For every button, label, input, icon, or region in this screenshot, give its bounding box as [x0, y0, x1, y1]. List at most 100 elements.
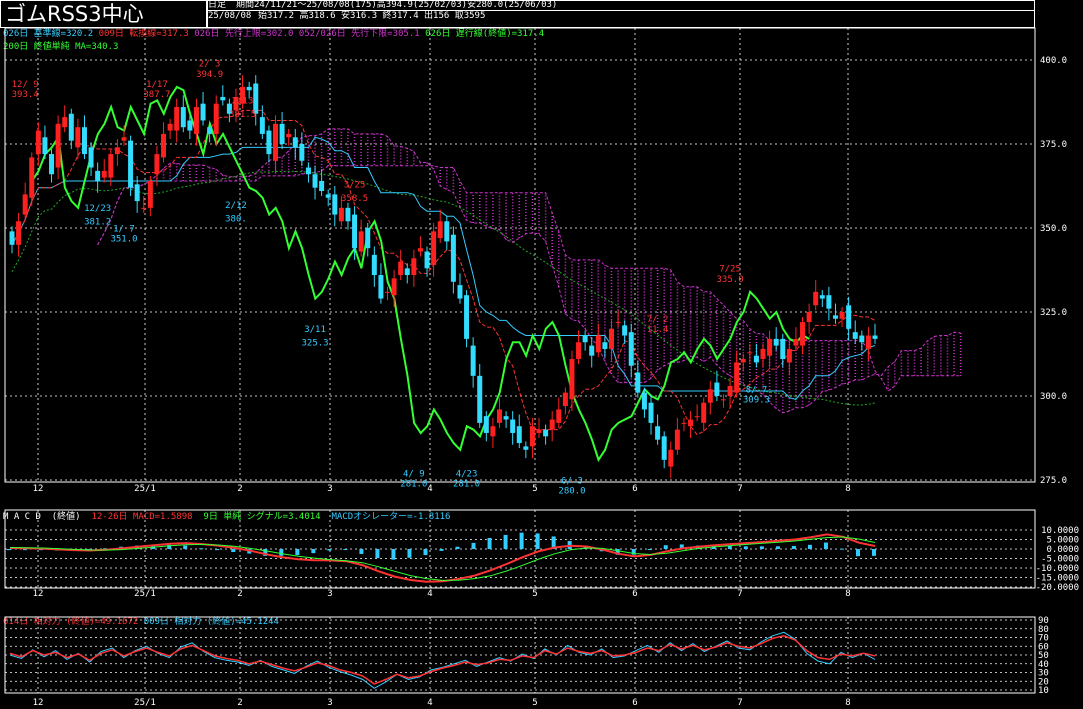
candle-down [450, 234, 456, 282]
candle-up [75, 127, 81, 148]
x-tick-label: 7 [737, 698, 742, 708]
candle-down [477, 375, 483, 423]
candle-down [345, 207, 351, 222]
price-annotation: 7/ 2 [647, 315, 669, 325]
candle-up [35, 130, 41, 155]
price-annotation: 12/23 [84, 204, 111, 214]
rsi14-line [9, 635, 876, 685]
macd-y-tick-label: -15.0000 [1036, 574, 1079, 584]
price-annotation: 8/ 7 [746, 386, 768, 396]
x-tick-label: 12 [33, 698, 44, 708]
candle-down [773, 338, 779, 346]
x-tick-label: 3 [327, 589, 332, 599]
price-annotation: 4/23 [456, 470, 478, 480]
x-tick-label: 5 [532, 698, 537, 708]
macd-oscillator-bar [279, 549, 284, 556]
cloud-span-b [97, 165, 961, 392]
macd-oscillator-bar [791, 545, 796, 549]
candle-down [582, 335, 588, 343]
rsi9-line [9, 631, 876, 689]
x-tick-label: 3 [327, 484, 332, 494]
macd-oscillator-bar [759, 546, 764, 549]
candle-down [503, 416, 509, 420]
candle-up [694, 416, 700, 418]
candle-up [740, 359, 746, 363]
candle-up [193, 107, 199, 134]
x-tick-label: 2 [237, 698, 242, 708]
candle-up [529, 426, 535, 447]
candle-down [780, 338, 786, 360]
price-annotation: 393.4 [12, 90, 39, 100]
candle-up [569, 359, 575, 400]
main-y-tick-label: 325.0 [1040, 308, 1067, 318]
candle-down [259, 117, 265, 134]
macd-oscillator-bar [215, 549, 220, 551]
candle-down [42, 137, 48, 155]
price-annotation: 1/ 7 [113, 224, 135, 234]
candle-up [760, 348, 766, 360]
candle-up [411, 258, 417, 276]
candle-up [338, 207, 344, 222]
candle-down [305, 167, 311, 175]
macd-oscillator-bar [439, 549, 444, 551]
candle-up [147, 180, 153, 208]
price-annotation: 12/ 9 [12, 80, 39, 90]
candle-down [753, 355, 759, 363]
price-annotation: 394.9 [196, 70, 223, 80]
x-tick-label: 25/1 [134, 589, 156, 599]
price-annotation: 380. [225, 214, 247, 224]
candle-down [457, 285, 463, 299]
candle-down [846, 305, 852, 329]
macd-y-tick-label: -5.0000 [1041, 555, 1079, 565]
candle-up [391, 278, 397, 296]
candle-down [826, 295, 832, 309]
candle-down [404, 268, 410, 276]
candle-down [424, 251, 430, 269]
candle-up [800, 322, 806, 346]
macd-oscillator-bar [471, 542, 476, 549]
macd-oscillator-bar [663, 545, 668, 549]
macd-oscillator-bar [183, 545, 188, 549]
candle-up [681, 422, 687, 424]
macd-oscillator-bar [872, 549, 876, 556]
price-annotation: 358.5 [341, 194, 368, 204]
candle-down [470, 345, 476, 376]
price-annotation: 2/ 3 [199, 60, 221, 70]
x-tick-label: 6 [632, 589, 637, 599]
candle-up [174, 107, 180, 131]
candle-down [128, 140, 134, 188]
macd-oscillator-bar [343, 549, 348, 550]
candle-down [9, 231, 15, 245]
candle-up [688, 419, 694, 427]
ma200-line [11, 170, 876, 406]
x-tick-label: 12 [33, 589, 44, 599]
candle-down [365, 228, 371, 249]
price-annotation: 6/ 3 [561, 476, 583, 486]
macd-oscillator-bar [855, 549, 860, 557]
candle-up [608, 328, 614, 349]
x-tick-label: 12 [33, 484, 44, 494]
candle-up [595, 335, 601, 353]
candle-down [325, 194, 331, 198]
candle-down [332, 194, 338, 215]
main-y-tick-label: 375.0 [1040, 140, 1067, 150]
candle-down [180, 107, 186, 128]
rsi-y-tick-label: 10 [1038, 686, 1049, 696]
candle-up [747, 352, 753, 354]
price-annotation: 2/13 [232, 97, 254, 107]
candle-up [273, 123, 279, 161]
main-y-tick-label: 350.0 [1040, 224, 1067, 234]
candle-down [516, 426, 522, 444]
candle-up [417, 248, 423, 252]
main-y-tick-label: 300.0 [1040, 392, 1067, 402]
macd-oscillator-bar [231, 549, 236, 553]
candle-up [22, 194, 28, 215]
candle-down [543, 429, 549, 437]
candle-up [121, 137, 127, 141]
candle-up [62, 117, 68, 128]
candle-down [714, 382, 720, 396]
candle-down [378, 275, 384, 299]
candle-up [114, 147, 120, 155]
candle-up [16, 221, 22, 245]
chart-canvas: 12 25/1 2 3 4 5 6 7 8 12 25/1 2 3 4 5 6 7 8 12 25/1 2 3 4 5 6 7 8 4… [4, 27, 1079, 708]
